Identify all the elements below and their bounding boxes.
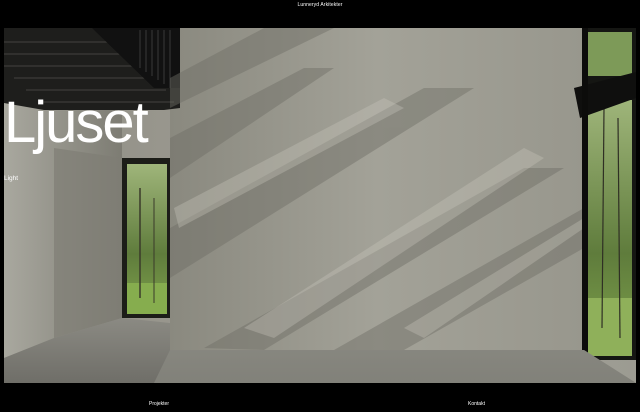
nav-projects-link[interactable]: Projekter (149, 401, 169, 407)
page-title: Ljuset (4, 90, 149, 155)
header-bar: Lunneryd Arkitekter (0, 0, 640, 28)
page-subtitle: Light (4, 175, 19, 182)
brand-link[interactable]: Lunneryd Arkitekter (298, 2, 343, 8)
corridor-wall (54, 148, 122, 338)
footer-nav: Projekter Kontakt (0, 383, 640, 412)
nav-contact-link[interactable]: Kontakt (468, 401, 485, 407)
hero-image (4, 28, 636, 383)
hero-section: Ljuset Light (4, 28, 636, 383)
